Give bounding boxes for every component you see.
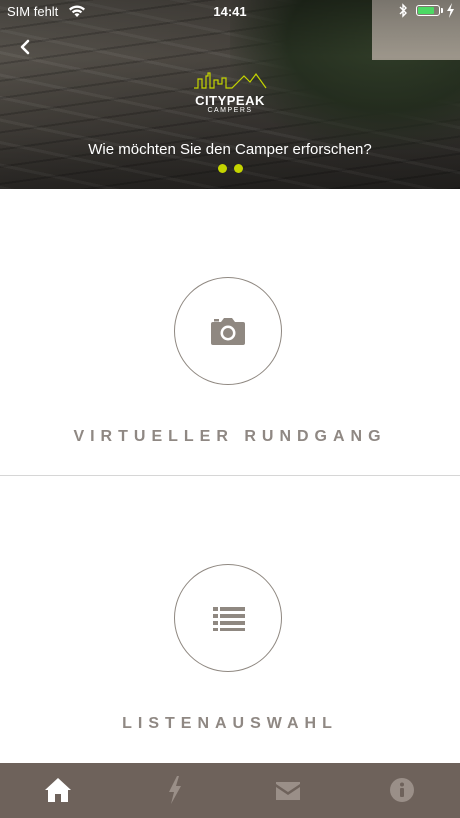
tab-news[interactable] — [115, 763, 230, 818]
tab-bar — [0, 763, 460, 818]
skyline-logo-icon — [194, 72, 267, 89]
back-button[interactable] — [14, 36, 36, 58]
lightning-icon — [169, 776, 181, 804]
virtual-tour-button[interactable] — [174, 277, 282, 385]
logo-subtitle: CAMPERS — [207, 107, 253, 114]
list-selection-label: LISTENAUSWAHL — [122, 715, 338, 732]
list-icon — [213, 607, 245, 631]
camera-icon — [211, 318, 245, 345]
logo-name: CITYPEAK — [195, 93, 265, 108]
status-bar: SIM fehlt 14:41 — [0, 0, 460, 24]
envelope-icon — [276, 782, 300, 800]
list-selection-option[interactable]: LISTENAUSWAHL — [0, 476, 460, 763]
hero-question: Wie möchten Sie den Camper erforschen? — [88, 141, 372, 158]
hero-header: SIM fehlt 14:41 CITYPEAK CAMPERS Wie möc… — [0, 0, 460, 189]
list-selection-button[interactable] — [174, 564, 282, 672]
battery-icon — [416, 5, 440, 16]
bluetooth-icon — [399, 3, 407, 18]
tab-contact[interactable] — [230, 763, 345, 818]
home-icon — [45, 778, 71, 802]
virtual-tour-option[interactable]: VIRTUELLER RUNDGANG — [0, 190, 460, 475]
tab-info[interactable] — [345, 763, 460, 818]
page-dot-2[interactable] — [234, 164, 243, 173]
tab-home[interactable] — [0, 763, 115, 818]
page-dot-1[interactable] — [218, 164, 227, 173]
charging-icon — [447, 3, 454, 18]
citypeak-logo: CITYPEAK CAMPERS — [188, 70, 272, 120]
virtual-tour-label: VIRTUELLER RUNDGANG — [73, 428, 387, 445]
battery-tip — [441, 8, 443, 13]
info-icon — [390, 778, 414, 802]
battery-level — [418, 7, 434, 14]
clock: 14:41 — [213, 4, 247, 19]
